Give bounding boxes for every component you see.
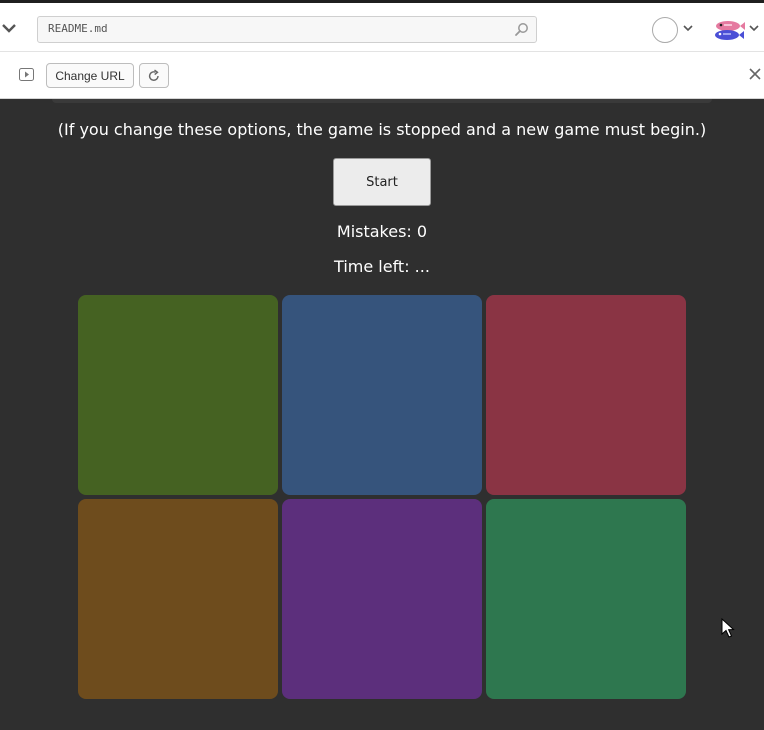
time-left-counter: Time left: ...: [334, 257, 430, 276]
color-tile-1[interactable]: [78, 295, 278, 495]
avatar[interactable]: [711, 17, 745, 43]
chevron-down-icon[interactable]: [682, 22, 694, 34]
play-icon[interactable]: [19, 68, 34, 81]
search-icon[interactable]: [514, 22, 530, 38]
browser-top-bar: README.md: [0, 0, 764, 52]
change-url-button[interactable]: Change URL: [46, 63, 134, 88]
url-input[interactable]: README.md: [37, 16, 537, 43]
profile-circle-button[interactable]: [652, 17, 678, 43]
preview-toolbar: Change URL: [0, 52, 764, 99]
reload-icon: [148, 68, 159, 81]
color-tile-5[interactable]: [282, 499, 482, 699]
chevron-down-icon[interactable]: [0, 19, 18, 37]
mouse-cursor-icon: [721, 618, 735, 638]
color-tile-4[interactable]: [78, 499, 278, 699]
mistakes-counter: Mistakes: 0: [336, 222, 428, 241]
start-button[interactable]: Start: [333, 158, 431, 206]
color-tile-3[interactable]: [486, 295, 686, 495]
color-tile-6[interactable]: [486, 499, 686, 699]
chevron-down-icon[interactable]: [748, 22, 760, 34]
reload-button[interactable]: [139, 63, 169, 88]
url-text[interactable]: README.md: [48, 22, 108, 35]
options-note: (If you change these options, the game i…: [57, 120, 707, 139]
close-icon[interactable]: [748, 67, 762, 81]
color-tile-2[interactable]: [282, 295, 482, 495]
options-panel-edge: [52, 99, 712, 103]
